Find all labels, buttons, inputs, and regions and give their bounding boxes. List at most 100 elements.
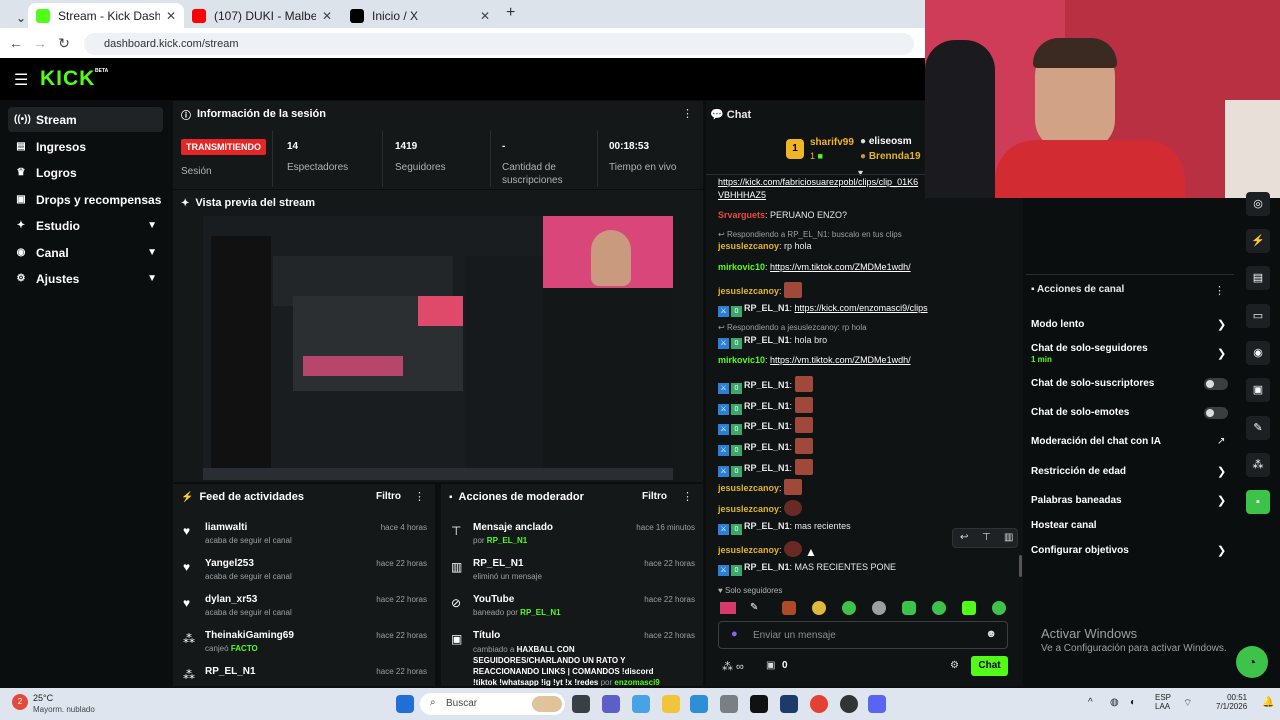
leader-name[interactable]: ● eliseosm bbox=[860, 136, 912, 147]
more-icon[interactable]: ⋮ bbox=[1214, 284, 1225, 297]
channel-points-icon[interactable]: ⁂ ∞ bbox=[722, 660, 744, 673]
emote-image[interactable] bbox=[992, 601, 1006, 615]
gear-icon[interactable]: ⚙ bbox=[950, 660, 959, 671]
camera-tool-icon[interactable]: ◎ bbox=[1246, 192, 1270, 216]
chevron-right-icon[interactable]: ❯ bbox=[1217, 318, 1226, 331]
task-view-icon[interactable] bbox=[572, 695, 590, 713]
back-icon[interactable]: ← bbox=[4, 35, 28, 51]
send-chat-button[interactable]: Chat bbox=[971, 656, 1008, 676]
photoshop-icon[interactable] bbox=[780, 695, 798, 713]
sidebar-item-logros[interactable]: ♛ Logros bbox=[8, 160, 163, 185]
new-tab-button[interactable]: + bbox=[506, 4, 515, 22]
emote-image[interactable] bbox=[812, 601, 826, 615]
app-icon[interactable] bbox=[720, 695, 738, 713]
sidebar-item-stream[interactable]: ((•)) Stream bbox=[8, 107, 163, 132]
notes-tool-icon[interactable]: ▤ bbox=[1246, 266, 1270, 290]
weather-temp[interactable]: 25°C bbox=[33, 693, 53, 703]
reply-icon[interactable]: ↩ bbox=[960, 532, 968, 543]
points-tool-icon[interactable]: ⁂ bbox=[1246, 453, 1270, 477]
leader-name[interactable]: sharifv99 bbox=[810, 137, 854, 148]
close-icon[interactable]: ✕ bbox=[480, 9, 490, 23]
reload-icon[interactable]: ↻ bbox=[52, 35, 76, 52]
ai-moderation-item[interactable]: Moderación del chat con IA bbox=[1031, 436, 1161, 447]
broadcast-tool-icon[interactable]: ◉ bbox=[1246, 341, 1270, 365]
sidebar-item-canal[interactable]: ◉ Canal ▼ bbox=[8, 240, 163, 265]
wifi-icon[interactable]: ⌔ bbox=[1183, 697, 1192, 710]
tray-volume-icon[interactable]: ◐ bbox=[1130, 697, 1136, 708]
emotes-only-toggle[interactable] bbox=[1204, 407, 1228, 419]
file-explorer-icon[interactable] bbox=[662, 695, 680, 713]
tab-youtube[interactable]: (107) DUKI - Malbec x Bizarrap ✕ bbox=[184, 3, 340, 28]
kick-logo[interactable]: KICK bbox=[40, 67, 95, 91]
sidebar-item-drops[interactable]: ▣ Drops y recompensas bbox=[8, 187, 163, 212]
close-icon[interactable]: ✕ bbox=[322, 9, 332, 23]
more-icon[interactable]: ⋮ bbox=[414, 490, 425, 503]
search-box[interactable]: ⌕ Buscar bbox=[420, 693, 565, 715]
tab-kick-dashboard[interactable]: Stream - Kick Dashboard ✕ bbox=[28, 3, 184, 28]
chat-scrollbar[interactable] bbox=[1019, 555, 1022, 577]
close-icon[interactable]: ✕ bbox=[166, 9, 176, 23]
emote-image[interactable] bbox=[872, 601, 886, 615]
forward-icon[interactable]: → bbox=[28, 35, 52, 51]
weather-desc[interactable]: Mayorm. nublado bbox=[33, 705, 95, 714]
tab-x[interactable]: Inicio / X ✕ bbox=[342, 3, 498, 28]
notifications-icon[interactable]: 🔔 bbox=[1262, 697, 1274, 708]
edge-icon[interactable] bbox=[690, 695, 708, 713]
wrench-tool-icon[interactable]: ✎ bbox=[1246, 416, 1270, 440]
emote-image[interactable] bbox=[902, 601, 916, 615]
video-tool-icon[interactable]: ▣ bbox=[1246, 378, 1270, 402]
followers-only-item[interactable]: Chat de solo-seguidores bbox=[1031, 343, 1148, 354]
filter-button[interactable]: Filtro bbox=[642, 491, 667, 502]
windows-start-icon[interactable] bbox=[396, 695, 414, 713]
discord-icon[interactable] bbox=[868, 695, 886, 713]
tiktok-icon[interactable] bbox=[750, 695, 768, 713]
chat-input[interactable]: ● Enviar un mensaje ☻ bbox=[718, 621, 1008, 649]
emote-image[interactable] bbox=[842, 601, 856, 615]
chat-link[interactable]: VBHHHAZ5 bbox=[718, 190, 766, 200]
menu-icon[interactable]: ☰ bbox=[14, 70, 28, 90]
emote-image[interactable] bbox=[720, 602, 736, 614]
sidebar-item-estudio[interactable]: ✦ Estudio ▼ bbox=[8, 213, 163, 238]
tray-network-icon[interactable]: ◍ bbox=[1110, 697, 1119, 708]
stream-preview-video[interactable] bbox=[203, 216, 673, 480]
more-icon[interactable]: ⋮ bbox=[682, 490, 693, 503]
emoji-icon[interactable]: ☻ bbox=[985, 628, 997, 640]
chevron-right-icon[interactable]: ❯ bbox=[1217, 544, 1226, 557]
language-indicator[interactable]: ESP LAA bbox=[1155, 693, 1171, 711]
chevron-right-icon[interactable]: ❯ bbox=[1217, 347, 1226, 360]
chat-link[interactable]: https://kick.com/fabriciosuarezpobl/clip… bbox=[718, 177, 918, 187]
gift-icon[interactable]: ▣ bbox=[766, 660, 775, 671]
obs-icon[interactable] bbox=[840, 695, 858, 713]
pin-icon[interactable]: ⊤ bbox=[982, 532, 991, 543]
emote-image[interactable]: ✎ bbox=[750, 602, 762, 614]
chat-tool-icon[interactable]: ▭ bbox=[1246, 304, 1270, 328]
tab-list-button[interactable]: ⌄ bbox=[8, 5, 28, 30]
emote-image[interactable] bbox=[962, 601, 976, 615]
bolt-tool-icon[interactable]: ⚡ bbox=[1246, 229, 1270, 253]
age-restriction-item[interactable]: Restricción de edad bbox=[1031, 466, 1126, 477]
tray-chevron-icon[interactable]: ^ bbox=[1088, 697, 1093, 708]
chevron-right-icon[interactable]: ❯ bbox=[1217, 465, 1226, 478]
banned-words-item[interactable]: Palabras baneadas bbox=[1031, 495, 1122, 506]
support-chat-icon[interactable]: ◔ bbox=[1236, 646, 1268, 678]
emote-image[interactable] bbox=[782, 601, 796, 615]
clock[interactable]: 00:51 7/1/2026 bbox=[1216, 693, 1247, 711]
chrome-icon[interactable] bbox=[810, 695, 828, 713]
teams-icon[interactable] bbox=[602, 695, 620, 713]
slow-mode-item[interactable]: Modo lento bbox=[1031, 319, 1084, 330]
external-link-icon[interactable]: ↗ bbox=[1217, 436, 1225, 447]
chevron-right-icon[interactable]: ❯ bbox=[1217, 494, 1226, 507]
sidebar-item-ingresos[interactable]: ▤ Ingresos bbox=[8, 134, 163, 159]
copilot-icon[interactable] bbox=[632, 695, 650, 713]
microphone-icon[interactable]: ● bbox=[731, 628, 738, 640]
configure-goals-item[interactable]: Configurar objetivos bbox=[1031, 545, 1129, 556]
extension-tool-icon[interactable]: ▪ bbox=[1246, 490, 1270, 514]
leader-name[interactable]: ● Brennda19 bbox=[860, 151, 921, 162]
host-channel-item[interactable]: Hostear canal bbox=[1031, 520, 1097, 531]
filter-button[interactable]: Filtro bbox=[376, 491, 401, 502]
sidebar-item-ajustes[interactable]: ⚙ Ajustes ▼ bbox=[8, 266, 163, 291]
emote-image[interactable] bbox=[932, 601, 946, 615]
more-icon[interactable]: ⋮ bbox=[682, 107, 693, 120]
url-field[interactable]: dashboard.kick.com/stream bbox=[84, 33, 914, 55]
subscribers-only-toggle[interactable] bbox=[1204, 378, 1228, 390]
